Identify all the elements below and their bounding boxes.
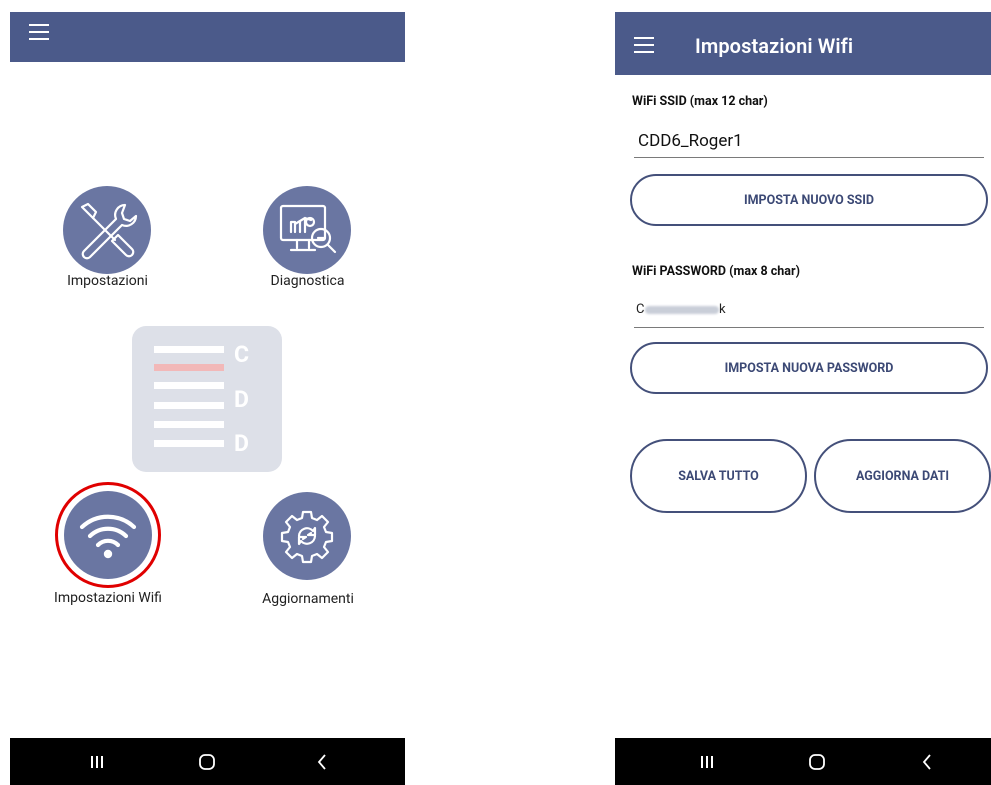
home-icon[interactable] bbox=[787, 738, 847, 785]
wifi-settings-tile-label: Impostazioni Wifi bbox=[54, 590, 162, 606]
back-icon[interactable] bbox=[292, 738, 352, 785]
wifi-settings-screen: Impostazioni Wifi WiFi SSID (max 12 char… bbox=[615, 12, 991, 785]
updates-tile-button[interactable] bbox=[263, 492, 351, 580]
password-blur bbox=[645, 306, 719, 314]
recent-apps-icon[interactable] bbox=[677, 738, 737, 785]
wifi-settings-tile-button[interactable] bbox=[64, 491, 152, 579]
app-bar: Impostazioni Wifi bbox=[615, 12, 991, 75]
recent-apps-icon[interactable] bbox=[67, 738, 127, 785]
wifi-icon bbox=[79, 514, 137, 559]
ssid-input[interactable] bbox=[634, 124, 984, 158]
diagnostics-tile-label: Diagnostica bbox=[270, 273, 345, 289]
logo-letter-c: C bbox=[234, 341, 250, 368]
logo-letter-d2: D bbox=[234, 430, 249, 457]
page-title: Impostazioni Wifi bbox=[695, 34, 854, 58]
password-label: WiFi PASSWORD (max 8 char) bbox=[632, 264, 800, 279]
system-nav-bar bbox=[615, 738, 991, 785]
set-ssid-button[interactable]: IMPOSTA NUOVO SSID bbox=[630, 174, 988, 226]
refresh-data-button[interactable]: AGGIORNA DATI bbox=[814, 439, 991, 513]
save-all-button[interactable]: SALVA TUTTO bbox=[630, 439, 807, 513]
diagnostics-tile-button[interactable] bbox=[263, 186, 351, 274]
app-bar bbox=[10, 12, 405, 62]
password-input[interactable]: C k bbox=[634, 294, 984, 328]
updates-tile-label: Aggiornamenti bbox=[262, 591, 354, 607]
settings-tile-label: Impostazioni bbox=[67, 273, 148, 289]
hamburger-menu-icon[interactable] bbox=[29, 24, 49, 40]
system-nav-bar bbox=[10, 738, 405, 785]
monitor-diagnostics-icon bbox=[279, 204, 337, 254]
back-icon[interactable] bbox=[897, 738, 957, 785]
cdd-logo: C D D bbox=[132, 326, 282, 472]
tools-icon bbox=[80, 202, 138, 260]
home-screen: Impostazioni Diagnostica C D D Impostazi… bbox=[10, 12, 405, 785]
ssid-label: WiFi SSID (max 12 char) bbox=[632, 94, 768, 109]
logo-letter-d1: D bbox=[234, 386, 249, 413]
set-password-button[interactable]: IMPOSTA NUOVA PASSWORD bbox=[630, 342, 988, 394]
gear-update-icon bbox=[280, 510, 334, 564]
home-icon[interactable] bbox=[177, 738, 237, 785]
password-value-start: C bbox=[636, 302, 645, 317]
password-value-end: k bbox=[719, 302, 726, 317]
settings-tile-button[interactable] bbox=[63, 186, 151, 274]
hamburger-menu-icon[interactable] bbox=[634, 37, 654, 53]
